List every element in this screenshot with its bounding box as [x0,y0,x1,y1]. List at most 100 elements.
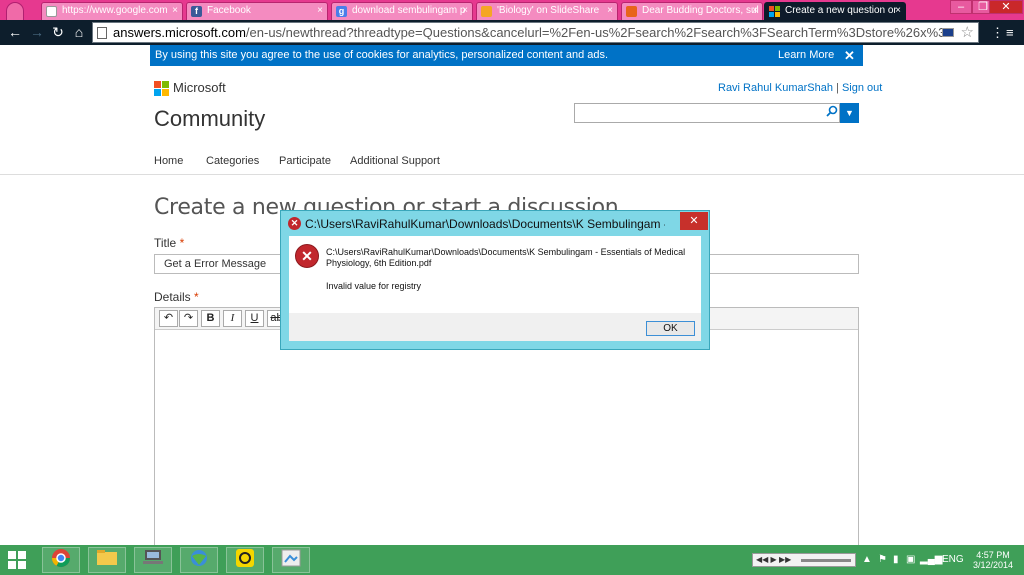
sign-out-link[interactable]: Sign out [842,82,882,94]
taskbar: ◀◀ ▶ ▶▶ ▲ ⚑ ▮ ▣ ▂▄▆ ENG 4:57 PM 3/12/201… [0,545,1024,575]
nav-additional-support[interactable]: Additional Support [350,155,440,167]
tab-title: Dear Budding Doctors, sul [642,5,759,16]
search-icon[interactable] [825,104,839,122]
language-indicator[interactable]: ENG [942,553,964,566]
tray-expand-icon[interactable]: ▲ [862,553,872,566]
facebook-icon: f [191,6,202,17]
dialog-footer: OK [289,313,701,341]
browser-toolbar: ← → ↻ ⌂ answers.microsoft.com/en-us/newt… [0,20,1024,45]
error-icon: ✕ [295,244,319,268]
microsoft-logo-icon[interactable] [154,81,169,96]
chrome-icon[interactable] [42,547,80,573]
nav-home[interactable]: Home [154,155,183,167]
error-dialog: ✕ C:\Users\RaviRahulKumar\Downloads\Docu… [280,210,710,350]
paint-app-icon[interactable] [272,547,310,573]
tab-facebook[interactable]: f Facebook × [186,2,328,20]
tab-google-com[interactable]: https://www.google.com × [41,2,183,20]
app-tray-icon[interactable]: ▣ [906,553,915,566]
user-name-link[interactable]: Ravi Rahul KumarShah [718,82,833,94]
url-host: answers.microsoft.com [113,25,246,40]
title-label: Title * [154,236,184,250]
bookmark-star-icon[interactable]: ☆ [961,23,974,42]
reload-icon[interactable]: ↻ [49,24,67,41]
page-icon [97,27,107,39]
tab-close-icon[interactable]: × [317,3,323,19]
tab-close-icon[interactable]: × [172,3,178,19]
network-signal-icon[interactable]: ▂▄▆ [920,553,942,566]
nav-divider [0,174,1024,175]
undo-icon[interactable]: ↶ [159,310,178,327]
clock-time: 4:57 PM [976,550,1010,560]
tab-title: Create a new question or [785,5,897,16]
nav-participate[interactable]: Participate [279,155,331,167]
user-links: Ravi Rahul KumarShah | Sign out [718,82,882,94]
internet-download-manager-icon[interactable] [180,547,218,573]
tab-close-icon[interactable]: × [462,3,468,19]
blank-page-icon [46,6,57,17]
bold-icon[interactable]: B [201,310,220,327]
brave-icon [626,6,637,17]
ok-button[interactable]: OK [646,321,695,336]
tab-close-icon[interactable]: × [607,3,613,19]
quickq-app-icon[interactable] [226,547,264,573]
minimize-icon[interactable]: – [950,0,972,14]
media-volume-slider[interactable] [801,559,851,562]
title-label-text: Title [154,236,177,250]
media-forward-icon[interactable]: ▶▶ [779,555,791,564]
tab-strip: https://www.google.com × f Facebook × g … [0,0,1024,20]
window-close-icon[interactable]: ✕ [989,0,1023,14]
cookie-banner: By using this site you agree to the use … [150,45,863,66]
site-title[interactable]: Community [154,106,265,132]
forward-arrow-icon[interactable]: → [28,24,46,41]
tab-title: 'Biology' on SlideShare [497,5,600,16]
dialog-message: Invalid value for registry [326,281,422,291]
slideshare-icon [481,6,492,17]
tab-download-sembulingam[interactable]: g download sembulingam p × [331,2,473,20]
back-arrow-icon[interactable]: ← [6,24,24,41]
cookie-close-icon[interactable]: ✕ [844,45,855,66]
underline-icon[interactable]: U [245,310,264,327]
dialog-title: C:\Users\RaviRahulKumar\Downloads\Docume… [305,217,665,231]
windows-start-icon[interactable] [8,551,26,569]
tab-create-question[interactable]: Create a new question or × [764,2,906,20]
address-bar[interactable]: answers.microsoft.com/en-us/newthread?th… [92,22,979,43]
dialog-body: ✕ C:\Users\RaviRahulKumar\Downloads\Docu… [289,236,701,313]
italic-icon[interactable]: I [223,310,242,327]
redo-icon[interactable]: ↷ [179,310,198,327]
battery-icon[interactable]: ▮ [893,553,899,566]
url-text[interactable]: answers.microsoft.com/en-us/newthread?th… [113,25,943,41]
uk-flag-icon[interactable] [942,28,954,37]
media-play-icon[interactable]: ▶ [771,555,777,564]
home-icon[interactable]: ⌂ [70,24,88,41]
action-center-flag-icon[interactable]: ⚑ [878,553,887,566]
required-mark: * [179,236,185,250]
tab-close-icon[interactable]: × [752,3,758,19]
file-explorer-icon[interactable] [88,547,126,573]
media-rewind-icon[interactable]: ◀◀ [756,555,768,564]
profile-avatar-tab[interactable] [6,2,24,20]
error-icon: ✕ [288,217,301,230]
details-label: Details * [154,290,199,304]
extension-icon[interactable]: ⋮ [991,24,1004,41]
taskbar-clock[interactable]: 4:57 PM 3/12/2014 [968,550,1018,570]
tab-budding-doctors[interactable]: Dear Budding Doctors, sul × [621,2,763,20]
search-input[interactable] [574,103,840,123]
menu-icon[interactable]: ≡ [1006,24,1014,41]
google-icon: g [336,6,347,17]
search-scope-dropdown-icon[interactable]: ▼ [840,103,859,123]
dialog-close-icon[interactable]: ✕ [680,212,708,230]
tab-slideshare[interactable]: 'Biology' on SlideShare × [476,2,618,20]
required-mark: * [194,290,199,304]
microsoft-icon [769,6,780,17]
nav-categories[interactable]: Categories [206,155,259,167]
details-label-text: Details [154,290,191,304]
tab-close-icon[interactable]: × [895,3,901,19]
media-player-controls[interactable]: ◀◀ ▶ ▶▶ [752,553,856,567]
microsoft-brand[interactable]: Microsoft [173,80,226,95]
network-app-icon[interactable] [134,547,172,573]
dialog-file-path: C:\Users\RaviRahulKumar\Downloads\Docume… [326,247,686,268]
clock-date: 3/12/2014 [972,560,1014,570]
user-links-separator: | [836,82,839,94]
tab-title: download sembulingam p [352,5,466,16]
learn-more-link[interactable]: Learn More [778,45,834,66]
